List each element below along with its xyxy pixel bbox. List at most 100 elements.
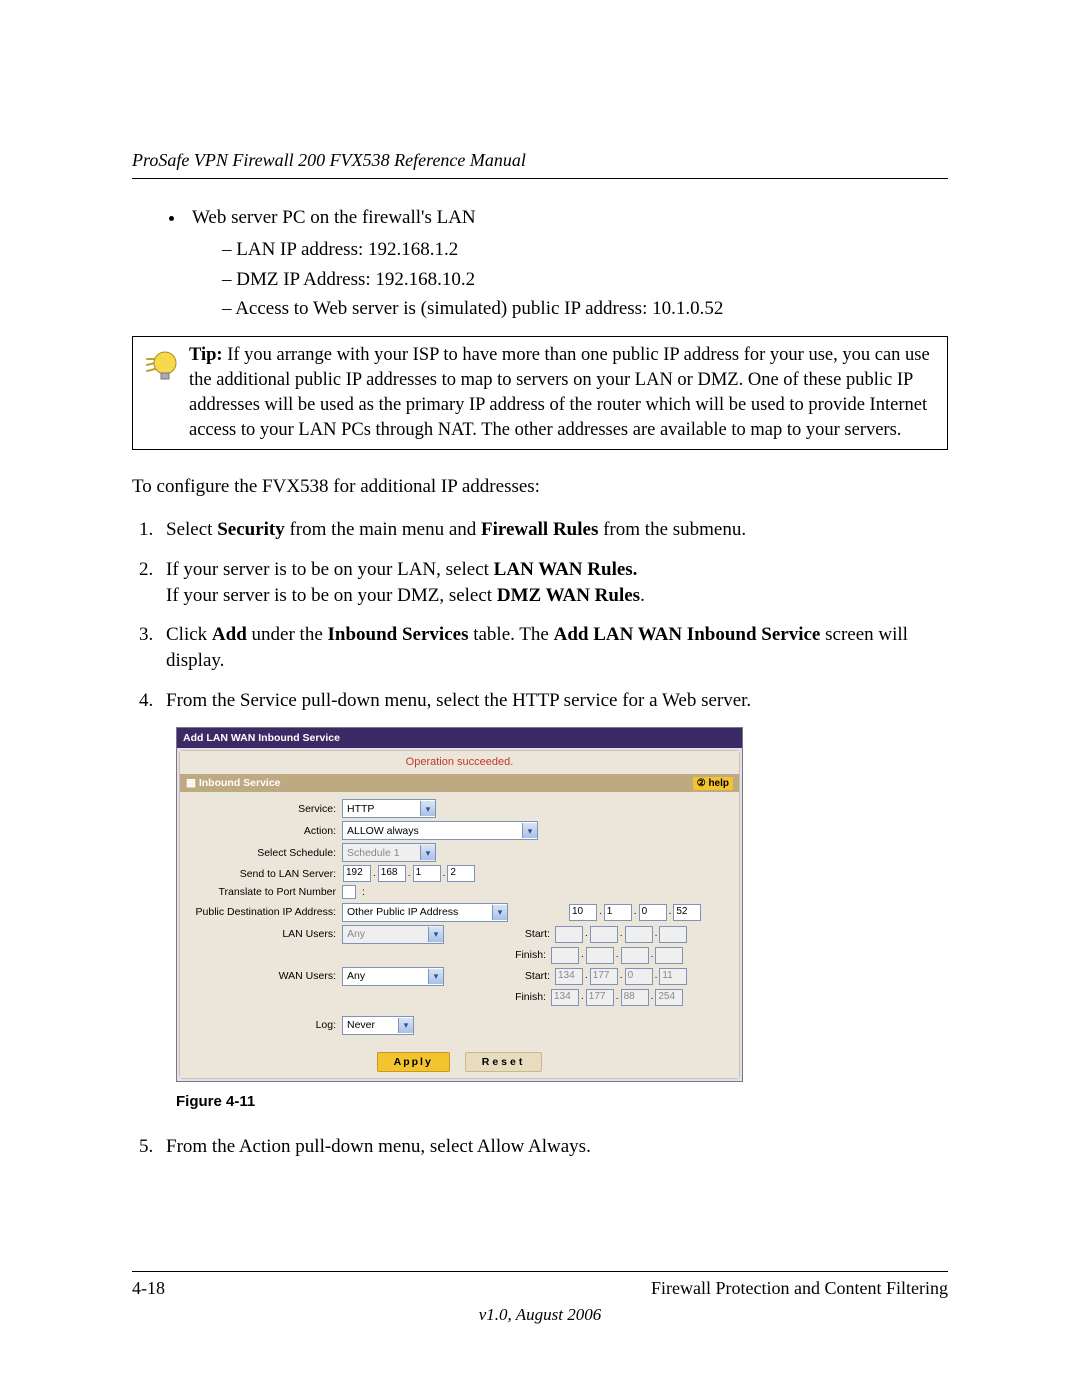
ip-octet-input: 177 <box>590 968 618 985</box>
finish-label: Finish: <box>500 948 550 962</box>
ip-octet-input: 134 <box>551 989 579 1006</box>
ip-octet-input: 134 <box>555 968 583 985</box>
text: Select <box>166 519 217 540</box>
ip-octet-input[interactable]: 2 <box>447 865 475 882</box>
schedule-select: Schedule 1 ▾ <box>342 843 436 862</box>
chevron-down-icon: ▾ <box>428 969 443 984</box>
ip-octet-input <box>621 947 649 964</box>
panel-content: Operation succeeded. ▦ Inbound Service ②… <box>179 750 740 1078</box>
ip-octet-input: 0 <box>625 968 653 985</box>
bold: Add LAN WAN Inbound Service <box>554 624 821 645</box>
schedule-value: Schedule 1 <box>347 846 400 860</box>
bold: Inbound Services <box>328 624 469 645</box>
form-table: Service: HTTP ▾ Action: ALLOW always ▾ S… <box>180 792 751 1047</box>
section-title: ▦ Inbound Service <box>186 776 281 790</box>
step-4: From the Service pull-down menu, select … <box>158 688 948 714</box>
ip-octet-input[interactable]: 1 <box>413 865 441 882</box>
text: from the main menu and <box>285 519 481 540</box>
figure-caption: Figure 4-11 <box>176 1092 948 1112</box>
ip-octet-input <box>659 926 687 943</box>
page-header: ProSafe VPN Firewall 200 FVX538 Referenc… <box>132 148 948 179</box>
text: table. The <box>468 624 553 645</box>
bold: Add <box>212 624 247 645</box>
service-select[interactable]: HTTP ▾ <box>342 799 436 818</box>
help-label: help <box>708 778 729 789</box>
page-footer: 4-18 Firewall Protection and Content Fil… <box>132 1271 948 1327</box>
version: v1.0, August 2006 <box>132 1304 948 1327</box>
ip-octet-input[interactable]: 192 <box>343 865 371 882</box>
wanusers-label: WAN Users: <box>186 969 342 983</box>
wanusers-select[interactable]: Any ▾ <box>342 967 444 986</box>
ip-octet-input: 11 <box>659 968 687 985</box>
ip-octet-input[interactable]: 10 <box>569 904 597 921</box>
finish-label: Finish: <box>500 990 550 1004</box>
step-2: If your server is to be on your LAN, sel… <box>158 557 948 608</box>
sub-bullet: DMZ IP Address: 192.168.10.2 <box>222 267 948 293</box>
bold: Firewall Rules <box>481 519 598 540</box>
text: If your server is to be on your LAN, sel… <box>166 559 494 580</box>
chapter-title: Firewall Protection and Content Filterin… <box>651 1276 948 1300</box>
ip-octet-input[interactable]: 52 <box>673 904 701 921</box>
ip-octet-input[interactable]: 168 <box>378 865 406 882</box>
sub-bullet: LAN IP address: 192.168.1.2 <box>222 237 948 263</box>
chevron-down-icon: ▾ <box>398 1018 413 1033</box>
lanusers-select: Any ▾ <box>342 925 444 944</box>
ip-octet-input <box>551 947 579 964</box>
wanusers-value: Any <box>347 969 365 983</box>
ip-octet-input <box>590 926 618 943</box>
lightbulb-icon <box>133 337 189 401</box>
status-message: Operation succeeded. <box>180 751 739 774</box>
service-label: Service: <box>186 802 342 816</box>
step-5: From the Action pull-down menu, select A… <box>158 1134 948 1160</box>
chevron-down-icon: ▾ <box>492 905 507 920</box>
configure-intro: To configure the FVX538 for additional I… <box>132 474 948 500</box>
bullet-list: Web server PC on the firewall's LAN LAN … <box>132 205 948 322</box>
tip-box: Tip: If you arrange with your ISP to hav… <box>132 336 948 450</box>
bullet-item: Web server PC on the firewall's LAN LAN … <box>186 205 948 322</box>
translate-checkbox[interactable] <box>342 885 356 899</box>
apply-button[interactable]: Apply <box>377 1052 450 1072</box>
ip-octet-input: 254 <box>655 989 683 1006</box>
text: from the submenu. <box>598 519 746 540</box>
page-number: 4-18 <box>132 1276 165 1300</box>
text: Click <box>166 624 212 645</box>
action-value: ALLOW always <box>347 824 419 838</box>
translate-label: Translate to Port Number <box>186 885 342 899</box>
steps-list-cont: From the Action pull-down menu, select A… <box>132 1134 948 1160</box>
section-title-text: Inbound Service <box>199 777 281 789</box>
steps-list: Select Security from the main menu and F… <box>132 517 948 713</box>
pubdest-label: Public Destination IP Address: <box>186 905 342 919</box>
ip-octet-input <box>625 926 653 943</box>
reset-button[interactable]: Reset <box>465 1052 543 1072</box>
start-label: Start: <box>504 927 554 941</box>
sendto-label: Send to LAN Server: <box>186 867 342 881</box>
action-select[interactable]: ALLOW always ▾ <box>342 821 538 840</box>
service-value: HTTP <box>347 802 374 816</box>
pubdest-value: Other Public IP Address <box>347 905 458 919</box>
ip-octet-input <box>586 947 614 964</box>
schedule-label: Select Schedule: <box>186 846 342 860</box>
log-value: Never <box>347 1018 375 1032</box>
chevron-down-icon: ▾ <box>428 927 443 942</box>
ip-octet-input: 88 <box>621 989 649 1006</box>
ip-octet-input <box>655 947 683 964</box>
pubdest-select[interactable]: Other Public IP Address ▾ <box>342 903 508 922</box>
log-label: Log: <box>186 1018 342 1032</box>
page: ProSafe VPN Firewall 200 FVX538 Referenc… <box>0 0 1080 1397</box>
bold: Security <box>217 519 285 540</box>
ip-octet-input: 177 <box>586 989 614 1006</box>
help-button[interactable]: ② help <box>693 777 733 791</box>
start-label: Start: <box>504 969 554 983</box>
text: under the <box>247 624 328 645</box>
ip-octet-input[interactable]: 1 <box>604 904 632 921</box>
bold: DMZ WAN Rules <box>497 585 640 606</box>
panel-title: Add LAN WAN Inbound Service <box>177 728 742 748</box>
bold: LAN WAN Rules. <box>494 559 638 580</box>
log-select[interactable]: Never ▾ <box>342 1016 414 1035</box>
tip-prefix: Tip: <box>189 345 223 365</box>
ip-octet-input[interactable]: 0 <box>639 904 667 921</box>
inbound-service-panel: Add LAN WAN Inbound Service Operation su… <box>176 727 743 1082</box>
chevron-down-icon: ▾ <box>420 801 435 816</box>
pubdest-ip: 10. 1. 0. 52 <box>568 904 702 921</box>
sub-bullet: Access to Web server is (simulated) publ… <box>222 296 948 322</box>
